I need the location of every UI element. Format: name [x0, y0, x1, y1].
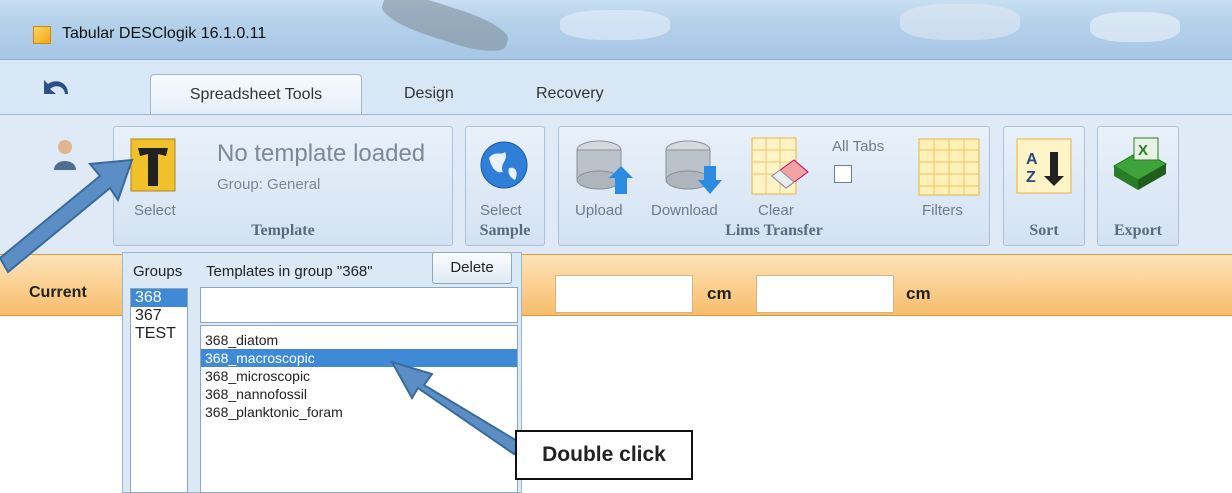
- upload-button[interactable]: Upload: [575, 202, 623, 219]
- title-bar-decoration: [560, 10, 670, 40]
- title-bar-decoration: [900, 4, 1020, 40]
- template-status: No template loaded: [217, 140, 426, 167]
- group-item-368[interactable]: 368: [131, 289, 187, 307]
- current-label: Current: [29, 284, 87, 301]
- select-sample-button[interactable]: Select: [480, 202, 522, 219]
- user-icon[interactable]: [52, 138, 78, 172]
- groups-label: Groups: [133, 263, 183, 280]
- filters-button[interactable]: Filters: [922, 202, 963, 219]
- template-group-subtext: Group: General: [217, 176, 321, 193]
- templates-label: Templates in group "368": [206, 263, 373, 280]
- template-item[interactable]: 368_microscopic: [201, 367, 517, 385]
- svg-text:X: X: [1138, 142, 1148, 159]
- tab-recovery[interactable]: Recovery: [524, 74, 616, 114]
- globe-icon[interactable]: [479, 140, 529, 190]
- depth-bottom-input[interactable]: [756, 275, 894, 313]
- export-group-label: Export: [1114, 222, 1162, 239]
- template-item-selected[interactable]: 368_macroscopic: [201, 349, 517, 367]
- group-item-test[interactable]: TEST: [131, 325, 187, 343]
- download-button[interactable]: Download: [651, 202, 718, 219]
- depth-top-input[interactable]: [555, 275, 693, 313]
- template-item[interactable]: 368_diatom: [201, 331, 517, 349]
- select-template-button[interactable]: Select: [134, 202, 176, 219]
- app-logo-icon: [33, 26, 51, 44]
- sort-az-icon[interactable]: A Z: [1016, 138, 1072, 194]
- title-bar: Tabular DESClogik 16.1.0.11: [0, 0, 1232, 60]
- templates-filter-input[interactable]: [200, 287, 518, 323]
- window-title: Tabular DESClogik 16.1.0.11: [62, 25, 267, 42]
- delete-button[interactable]: Delete: [432, 252, 512, 284]
- lims-transfer-group-label: Lims Transfer: [725, 222, 823, 239]
- template-group-label: Template: [251, 222, 315, 239]
- tab-design[interactable]: Design: [392, 74, 466, 114]
- download-database-icon[interactable]: [662, 136, 724, 196]
- template-item[interactable]: 368_nannofossil: [201, 385, 517, 403]
- sort-group-label: Sort: [1029, 222, 1059, 239]
- all-tabs-checkbox[interactable]: [834, 165, 852, 183]
- clear-button[interactable]: Clear: [758, 202, 794, 219]
- group-item-367[interactable]: 367: [131, 307, 187, 325]
- tab-spreadsheet-tools[interactable]: Spreadsheet Tools: [150, 74, 362, 114]
- depth-top-unit: cm: [707, 284, 732, 303]
- application-window: Tabular DESClogik 16.1.0.11 Spreadsheet …: [0, 0, 1232, 493]
- svg-text:A: A: [1026, 151, 1038, 168]
- filters-grid-icon[interactable]: [918, 138, 980, 196]
- select-template-icon[interactable]: [130, 138, 176, 192]
- title-bar-decoration: [1090, 12, 1180, 42]
- title-bar-decoration: [377, 0, 513, 60]
- groups-list[interactable]: 368 367 TEST: [130, 288, 188, 493]
- templates-list[interactable]: 368_diatom 368_macroscopic 368_microscop…: [200, 325, 518, 493]
- template-item[interactable]: 368_planktonic_foram: [201, 403, 517, 421]
- svg-text:Z: Z: [1026, 169, 1036, 186]
- all-tabs-label: All Tabs: [832, 138, 885, 155]
- upload-database-icon[interactable]: [573, 136, 635, 196]
- excel-export-icon[interactable]: X: [1108, 136, 1170, 196]
- undo-icon[interactable]: [34, 72, 74, 108]
- double-click-callout: Double click: [515, 430, 693, 480]
- sample-group-label: Sample: [479, 222, 531, 239]
- eraser-icon[interactable]: [750, 136, 814, 196]
- depth-bottom-unit: cm: [906, 284, 931, 303]
